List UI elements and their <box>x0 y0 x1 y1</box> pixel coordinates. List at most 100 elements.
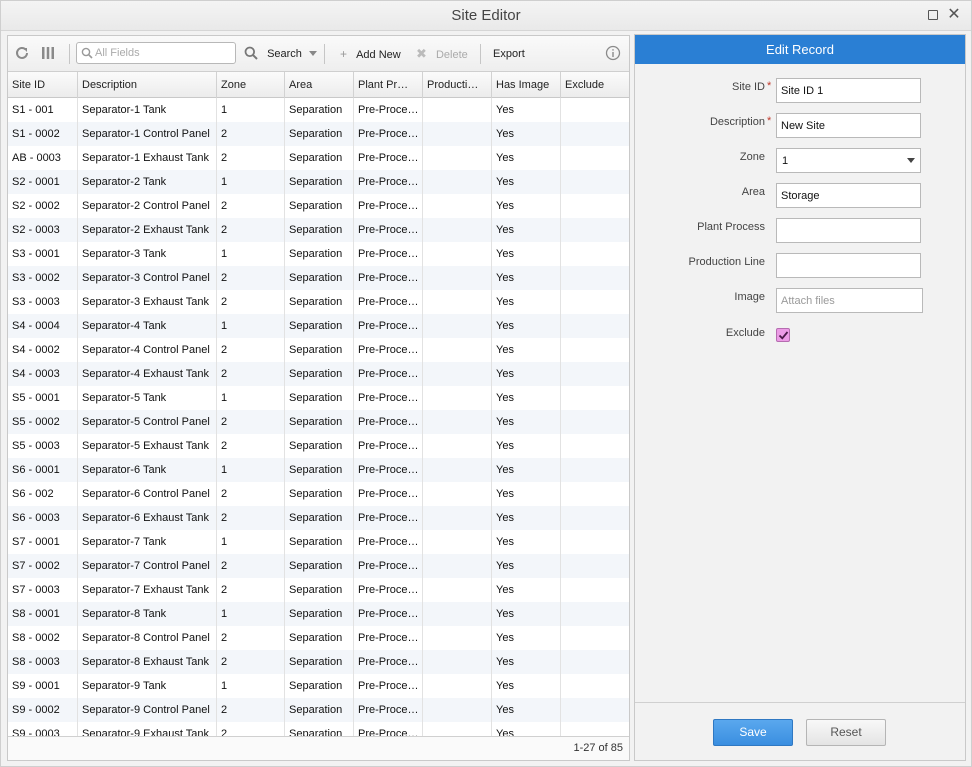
zone-select[interactable]: 1 <box>776 148 921 173</box>
table-row[interactable]: S6 - 002 Separator-6 Control Panel 2 Separa… <box>8 482 629 506</box>
table-row[interactable]: S9 - 0001 Separator-9 Tank 1 Separation Pre-… <box>8 674 629 698</box>
cell-exclude <box>561 146 629 170</box>
edit-record-header: Edit Record <box>635 35 965 64</box>
cell-plant-process: Pre-Proce… <box>354 242 423 266</box>
cell-site-id: S6 - 002 <box>8 482 78 506</box>
table-row[interactable]: S8 - 0001 Separator-8 Tank 1 Separation Pre-… <box>8 602 629 626</box>
cell-description: Separator-3 Exhaust Tank <box>78 290 217 314</box>
table-row[interactable]: S2 - 0002 Separator-2 Control Panel 2 Separ… <box>8 194 629 218</box>
table-row[interactable]: S6 - 0001 Separator-6 Tank 1 Separation Pre-… <box>8 458 629 482</box>
column-header-has-image[interactable]: Has Image <box>492 72 561 98</box>
close-icon[interactable]: ✕ <box>946 7 962 23</box>
cell-area: Separation <box>285 122 354 146</box>
table-row[interactable]: S4 - 0004 Separator-4 Tank 1 Separation Pre-… <box>8 314 629 338</box>
maximize-icon[interactable] <box>925 7 941 23</box>
refresh-icon[interactable] <box>14 45 32 63</box>
cell-plant-process: Pre-Proce… <box>354 626 423 650</box>
table-row[interactable]: S9 - 0003 Separator-9 Exhaust Tank 2 Separa… <box>8 722 629 736</box>
table-row[interactable]: S7 - 0001 Separator-7 Tank 1 Separation Pre-… <box>8 530 629 554</box>
table-row[interactable]: S5 - 0002 Separator-5 Control Panel 2 Separ… <box>8 410 629 434</box>
table-row[interactable]: S7 - 0003 Separator-7 Exhaust Tank 2 Separa… <box>8 578 629 602</box>
table-row[interactable]: S8 - 0003 Separator-8 Exhaust Tank 2 Separa… <box>8 650 629 674</box>
zone-selected-value: 1 <box>782 155 789 167</box>
title-bar: Site Editor ✕ <box>1 1 971 31</box>
attach-files-field[interactable] <box>776 288 923 313</box>
cell-has-image: Yes <box>492 602 561 626</box>
production-line-field[interactable] <box>776 253 921 278</box>
cell-plant-process: Pre-Proce… <box>354 266 423 290</box>
cell-zone: 2 <box>217 554 285 578</box>
cell-has-image: Yes <box>492 506 561 530</box>
cell-plant-process: Pre-Proce… <box>354 458 423 482</box>
columns-icon[interactable] <box>40 45 58 63</box>
cell-production-line <box>423 314 492 338</box>
column-header-description[interactable]: Description <box>78 72 217 98</box>
cell-has-image: Yes <box>492 242 561 266</box>
table-row[interactable]: S5 - 0001 Separator-5 Tank 1 Separation Pre-… <box>8 386 629 410</box>
table-row[interactable]: S4 - 0003 Separator-4 Exhaust Tank 2 Separa… <box>8 362 629 386</box>
table-row[interactable]: S3 - 0001 Separator-3 Tank 1 Separation Pre-… <box>8 242 629 266</box>
table-row[interactable]: S7 - 0002 Separator-7 Control Panel 2 Separ… <box>8 554 629 578</box>
table-row[interactable]: S8 - 0002 Separator-8 Control Panel 2 Separ… <box>8 626 629 650</box>
search-field[interactable] <box>76 42 236 64</box>
site-id-row: Site ID * <box>635 78 965 104</box>
cell-site-id: S8 - 0001 <box>8 602 78 626</box>
table-row[interactable]: S1 - 0002 Separator-1 Control Panel 2 Separ… <box>8 122 629 146</box>
delete-button[interactable]: ✖ Delete <box>416 45 468 63</box>
cell-description: Separator-2 Exhaust Tank <box>78 218 217 242</box>
cell-has-image: Yes <box>492 122 561 146</box>
cell-description: Separator-4 Control Panel <box>78 338 217 362</box>
info-icon[interactable] <box>605 45 623 63</box>
description-field[interactable] <box>776 113 921 138</box>
plant-process-field[interactable] <box>776 218 921 243</box>
table-row[interactable]: S9 - 0002 Separator-9 Control Panel 2 Separ… <box>8 698 629 722</box>
cell-description: Separator-7 Control Panel <box>78 554 217 578</box>
cell-description: Separator-6 Exhaust Tank <box>78 506 217 530</box>
cell-description: Separator-9 Exhaust Tank <box>78 722 217 736</box>
column-header-area[interactable]: Area <box>285 72 354 98</box>
column-header-plant-process[interactable]: Plant Pr… <box>354 72 423 98</box>
cell-area: Separation <box>285 218 354 242</box>
table-row[interactable]: S1 - 001 Separator-1 Tank 1 Separation Pre-P… <box>8 98 629 122</box>
reset-button[interactable]: Reset <box>806 719 886 746</box>
table-row[interactable]: S3 - 0002 Separator-3 Control Panel 2 Separ… <box>8 266 629 290</box>
site-id-field[interactable] <box>776 78 921 103</box>
cell-zone: 1 <box>217 602 285 626</box>
table-row[interactable]: S5 - 0003 Separator-5 Exhaust Tank 2 Separa… <box>8 434 629 458</box>
edit-record-panel: Edit Record Site ID * Description * Zone… <box>634 34 966 761</box>
cell-description: Separator-4 Exhaust Tank <box>78 362 217 386</box>
search-input[interactable] <box>95 43 235 63</box>
search-button[interactable]: Search <box>244 45 317 63</box>
required-marker: * <box>767 115 772 127</box>
table-row[interactable]: S4 - 0002 Separator-4 Control Panel 2 Separ… <box>8 338 629 362</box>
table-row[interactable]: S3 - 0003 Separator-3 Exhaust Tank 2 Separa… <box>8 290 629 314</box>
table-row[interactable]: S2 - 0001 Separator-2 Tank 1 Separation Pre-… <box>8 170 629 194</box>
column-header-site-id[interactable]: Site ID <box>8 72 78 98</box>
cell-has-image: Yes <box>492 98 561 122</box>
cell-production-line <box>423 242 492 266</box>
export-button[interactable]: Export <box>493 45 525 63</box>
table-row[interactable]: S6 - 0003 Separator-6 Exhaust Tank 2 Separa… <box>8 506 629 530</box>
cell-exclude <box>561 482 629 506</box>
cell-zone: 2 <box>217 578 285 602</box>
table-row[interactable]: S2 - 0003 Separator-2 Exhaust Tank 2 Separa… <box>8 218 629 242</box>
add-new-button[interactable]: + Add New <box>340 45 401 63</box>
cell-site-id: S7 - 0001 <box>8 530 78 554</box>
cell-description: Separator-6 Control Panel <box>78 482 217 506</box>
cell-has-image: Yes <box>492 434 561 458</box>
cell-has-image: Yes <box>492 578 561 602</box>
column-header-production-line[interactable]: Producti… <box>423 72 492 98</box>
cell-exclude <box>561 434 629 458</box>
column-header-exclude[interactable]: Exclude <box>561 72 629 98</box>
save-button[interactable]: Save <box>713 719 793 746</box>
column-header-zone[interactable]: Zone <box>217 72 285 98</box>
area-field[interactable] <box>776 183 921 208</box>
exclude-checkbox[interactable] <box>776 328 790 342</box>
table-row[interactable]: AB - 0003 Separator-1 Exhaust Tank 2 Separa… <box>8 146 629 170</box>
cell-has-image: Yes <box>492 482 561 506</box>
cell-area: Separation <box>285 434 354 458</box>
cell-production-line <box>423 338 492 362</box>
cell-zone: 2 <box>217 722 285 736</box>
cell-zone: 2 <box>217 146 285 170</box>
cell-area: Separation <box>285 602 354 626</box>
